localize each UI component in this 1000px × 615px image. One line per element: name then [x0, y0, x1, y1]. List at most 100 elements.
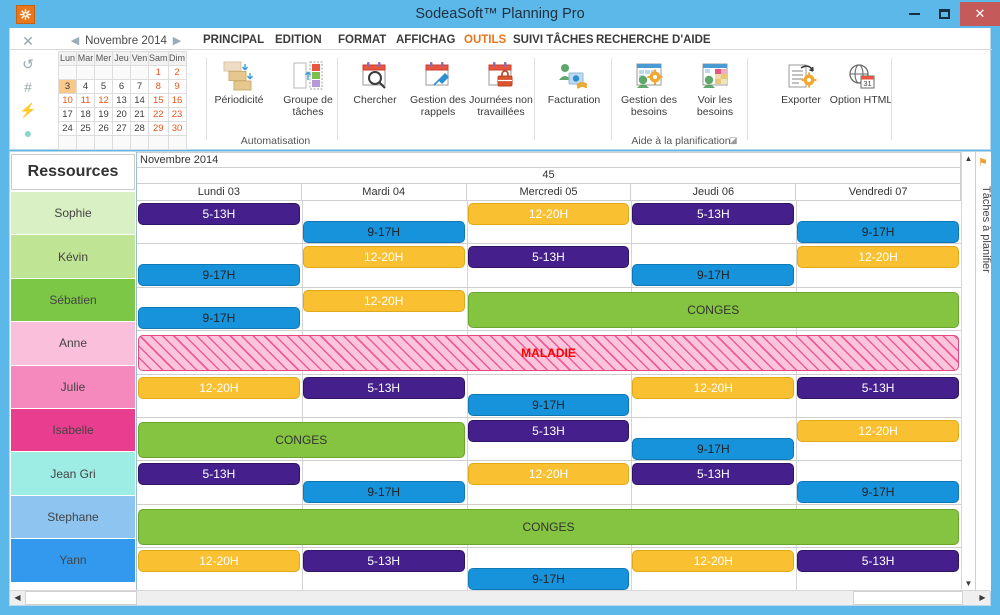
vertical-scrollbar[interactable]: ▲ ▼ — [961, 152, 975, 591]
task-bar[interactable]: 5-13H — [303, 377, 465, 399]
dialog-launcher-icon[interactable]: ◪ — [729, 135, 738, 146]
tab-principal[interactable]: PRINCIPAL — [195, 30, 272, 50]
mini-calendar-day[interactable]: 24 — [59, 122, 77, 136]
task-bar[interactable]: 5-13H — [632, 203, 794, 225]
resource-row-sébatien[interactable]: Sébatien — [11, 279, 135, 322]
task-bar[interactable]: 12-20H — [468, 463, 630, 485]
mini-calendar-day[interactable]: 21 — [131, 108, 149, 122]
mini-calendar-day[interactable]: 3 — [59, 80, 77, 94]
task-bar[interactable]: 9-17H — [632, 264, 794, 286]
task-bar[interactable]: 5-13H — [138, 463, 300, 485]
mini-calendar-day[interactable]: 28 — [131, 122, 149, 136]
resource-row-isabelle[interactable]: Isabelle — [11, 409, 135, 452]
task-bar[interactable]: 9-17H — [797, 481, 959, 503]
mini-calendar-day[interactable]: 6 — [113, 80, 131, 94]
mini-calendar-day[interactable]: 19 — [95, 108, 113, 122]
mini-calendar-day[interactable]: 9 — [168, 80, 186, 94]
maximize-button[interactable] — [930, 2, 958, 25]
task-bar[interactable]: 9-17H — [468, 394, 630, 416]
close-icon[interactable]: ✕ — [19, 32, 37, 50]
task-bar[interactable]: 12-20H — [303, 290, 465, 312]
task-bar[interactable]: 12-20H — [138, 550, 300, 572]
resource-row-kévin[interactable]: Kévin — [11, 235, 135, 278]
task-bar[interactable]: 12-20H — [138, 377, 300, 399]
mini-calendar-day[interactable]: 29 — [149, 122, 169, 136]
day-header-1[interactable]: Mardi 04 — [302, 184, 467, 201]
task-bar[interactable]: 9-17H — [468, 568, 630, 590]
resource-row-julie[interactable]: Julie — [11, 366, 135, 409]
task-bar[interactable]: 12-20H — [468, 203, 630, 225]
task-bar[interactable]: 9-17H — [797, 221, 959, 243]
mini-calendar-day[interactable]: 13 — [113, 94, 131, 108]
mini-calendar-day[interactable]: 20 — [113, 108, 131, 122]
task-bar[interactable]: 5-13H — [797, 550, 959, 572]
task-bar[interactable]: 5-13H — [138, 203, 300, 225]
task-bar[interactable]: MALADIE — [138, 335, 959, 371]
task-bar[interactable]: 9-17H — [138, 307, 300, 329]
task-bar[interactable]: 5-13H — [797, 377, 959, 399]
day-header-2[interactable]: Mercredi 05 — [467, 184, 632, 201]
scroll-thumb-left[interactable] — [25, 591, 137, 605]
task-bar[interactable]: 5-13H — [303, 550, 465, 572]
ribbon-button-voir-les-besoins[interactable]: Voir les besoins — [678, 52, 752, 130]
scroll-left-button[interactable]: ◀ — [10, 591, 25, 605]
task-bar[interactable]: 9-17H — [303, 221, 465, 243]
task-bar[interactable]: 9-17H — [632, 438, 794, 460]
ribbon-button-option-html[interactable]: 31 Option HTML — [824, 52, 898, 130]
mini-calendar-day[interactable]: 17 — [59, 108, 77, 122]
prev-month-button[interactable]: ◀ — [68, 33, 82, 49]
horizontal-scrollbar[interactable]: ◀ ▶ — [10, 590, 990, 605]
grid-icon[interactable]: # — [19, 78, 37, 96]
task-bar[interactable]: 9-17H — [303, 481, 465, 503]
mini-calendar-day[interactable]: 7 — [131, 80, 149, 94]
scroll-right-button[interactable]: ▶ — [975, 591, 990, 605]
mini-calendar-day[interactable]: 30 — [168, 122, 186, 136]
mini-calendar-day[interactable]: 10 — [59, 94, 77, 108]
mini-calendar-day[interactable]: 8 — [149, 80, 169, 94]
refresh-icon[interactable]: ↺ — [19, 55, 37, 73]
task-bar[interactable]: 12-20H — [632, 377, 794, 399]
day-header-4[interactable]: Vendredi 07 — [796, 184, 961, 201]
task-bar[interactable]: CONGES — [468, 292, 959, 328]
task-bar[interactable]: 12-20H — [632, 550, 794, 572]
close-button[interactable]: ✕ — [960, 2, 1000, 26]
ribbon-button-groupe-de-taches[interactable]: Groupe de tâches — [271, 52, 345, 130]
tab-format[interactable]: FORMAT — [330, 30, 394, 50]
tab-recherche-aide[interactable]: RECHERCHE D'AIDE — [588, 30, 719, 50]
task-bar[interactable]: CONGES — [138, 422, 465, 458]
next-month-button[interactable]: ▶ — [170, 33, 184, 49]
scroll-up-button[interactable]: ▲ — [962, 152, 975, 166]
mini-calendar-day[interactable]: 5 — [95, 80, 113, 94]
ribbon-button-journees-non-travaillees[interactable]: Journées non travaillées — [464, 52, 538, 130]
task-bar[interactable]: CONGES — [138, 509, 959, 545]
mini-calendar-day[interactable]: 15 — [149, 94, 169, 108]
resource-row-anne[interactable]: Anne — [11, 322, 135, 365]
tab-edition[interactable]: EDITION — [267, 30, 330, 50]
minimize-button[interactable] — [900, 2, 928, 25]
mini-calendar-day[interactable]: 25 — [77, 122, 95, 136]
mini-calendar-day[interactable]: 11 — [77, 94, 95, 108]
tasks-to-plan-dock[interactable]: ⚑ Tâches à planifier — [975, 152, 991, 591]
task-bar[interactable]: 12-20H — [797, 246, 959, 268]
task-bar[interactable]: 9-17H — [138, 264, 300, 286]
resource-row-sophie[interactable]: Sophie — [11, 192, 135, 235]
mini-calendar-day[interactable]: 23 — [168, 108, 186, 122]
ribbon-button-facturation[interactable]: Facturation — [537, 52, 611, 130]
day-header-0[interactable]: Lundi 03 — [137, 184, 302, 201]
mini-calendar-day[interactable]: 2 — [168, 66, 186, 80]
mini-calendar-day[interactable]: 18 — [77, 108, 95, 122]
resource-row-jean-gri[interactable]: Jean Gri — [11, 452, 135, 495]
task-bar[interactable]: 5-13H — [468, 246, 630, 268]
ribbon-button-periodicite[interactable]: Périodicité — [202, 52, 276, 130]
mini-calendar-day[interactable]: 22 — [149, 108, 169, 122]
task-bar[interactable]: 5-13H — [632, 463, 794, 485]
mini-calendar-day[interactable]: 1 — [149, 66, 169, 80]
mini-calendar-day[interactable]: 27 — [113, 122, 131, 136]
ribbon-button-gestion-des-besoins[interactable]: Gestion des besoins — [612, 52, 686, 130]
day-header-3[interactable]: Jeudi 06 — [631, 184, 796, 201]
resource-row-yann[interactable]: Yann — [11, 539, 135, 582]
scroll-down-button[interactable]: ▼ — [962, 577, 975, 591]
scroll-thumb-right[interactable] — [853, 591, 963, 605]
plug-icon[interactable]: ⚡ — [19, 101, 37, 119]
mini-calendar-day[interactable]: 26 — [95, 122, 113, 136]
